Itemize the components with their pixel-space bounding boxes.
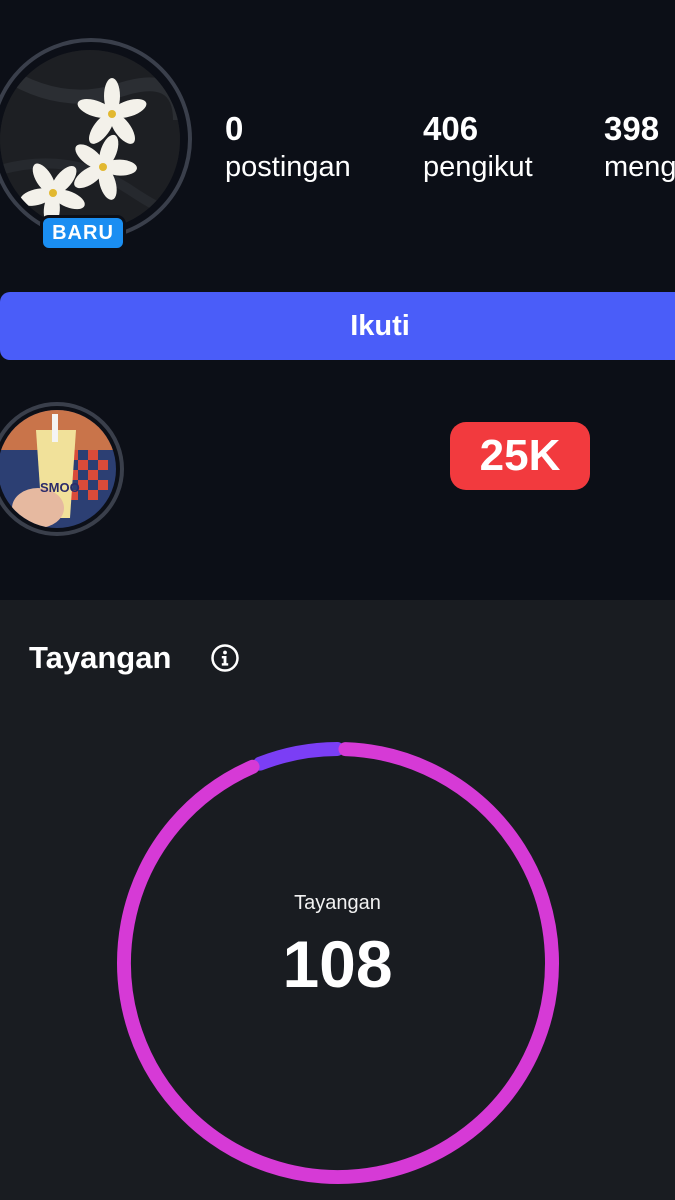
avatar-flowers-image <box>0 50 180 230</box>
donut-segment-secondary <box>253 742 345 771</box>
smoothie-cup-text: SMOO <box>40 480 80 495</box>
stat-posts-label: postingan <box>225 151 351 183</box>
avatar[interactable] <box>0 50 180 230</box>
stat-followers[interactable]: 406 pengikut <box>423 110 533 186</box>
follow-button[interactable]: Ikuti <box>0 292 675 360</box>
stat-followers-count: 406 <box>423 110 479 147</box>
smoothie-thumbnail-image: SMOO <box>0 410 116 528</box>
stat-posts[interactable]: 0 postingan <box>225 110 351 186</box>
stat-posts-count: 0 <box>225 110 244 147</box>
stat-following[interactable]: 398 meng <box>604 110 675 186</box>
new-badge: BARU <box>40 215 126 251</box>
count-badge: 25K <box>450 422 590 490</box>
story-highlight[interactable]: SMOO <box>0 410 116 528</box>
stat-followers-label: pengikut <box>423 151 533 183</box>
stat-following-label: meng <box>604 151 675 183</box>
donut-center-value: 108 <box>282 927 393 1001</box>
follow-button-label: Ikuti <box>350 309 410 342</box>
stat-following-count: 398 <box>604 110 660 147</box>
donut-center-label: Tayangan <box>294 892 381 914</box>
